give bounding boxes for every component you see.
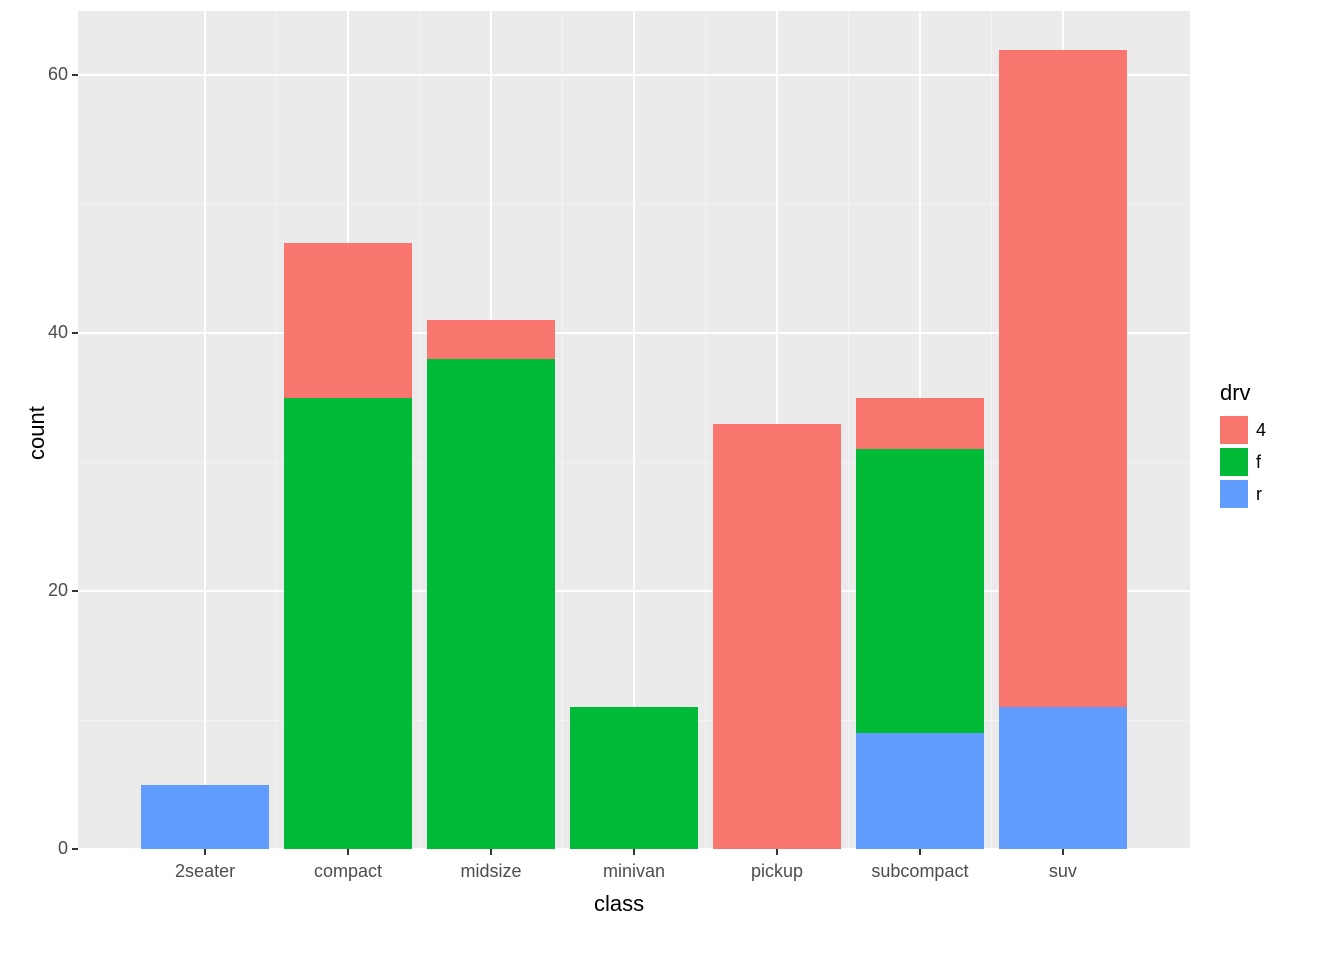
x-tick <box>204 849 206 855</box>
x-tick <box>1062 849 1064 855</box>
y-tick-label: 20 <box>48 580 68 601</box>
legend-swatch <box>1220 480 1248 508</box>
legend-label: r <box>1256 484 1262 505</box>
x-tick-label: pickup <box>707 861 847 882</box>
bar-segment <box>856 398 985 450</box>
legend-label: f <box>1256 452 1261 473</box>
bar-segment <box>427 320 556 359</box>
x-tick-label: compact <box>278 861 418 882</box>
x-axis-title: class <box>594 891 644 917</box>
x-gridline-minor <box>848 11 849 849</box>
y-tick <box>72 332 78 334</box>
y-tick-label: 0 <box>58 838 68 859</box>
bar-segment <box>427 359 556 849</box>
x-tick <box>347 849 349 855</box>
y-tick-label: 40 <box>48 322 68 343</box>
x-tick <box>633 849 635 855</box>
y-axis-title: count <box>24 406 50 460</box>
y-tick <box>72 590 78 592</box>
y-tick-label: 60 <box>48 64 68 85</box>
legend-label: 4 <box>1256 420 1266 441</box>
legend-item: 4 <box>1220 416 1266 444</box>
x-tick <box>919 849 921 855</box>
x-gridline-minor <box>562 11 563 849</box>
chart-figure: class count drv 4 fr 0 20 40 60 2seatercompac… <box>0 0 1344 960</box>
y-tick <box>72 848 78 850</box>
x-tick-label: 2seater <box>135 861 275 882</box>
bar-segment <box>999 50 1128 708</box>
bar-segment <box>999 707 1128 849</box>
bar-segment <box>141 785 270 849</box>
bar-segment <box>284 398 413 849</box>
x-tick-label: minivan <box>564 861 704 882</box>
bar-segment <box>284 243 413 398</box>
x-tick <box>776 849 778 855</box>
x-gridline-minor <box>419 11 420 849</box>
legend-swatch <box>1220 448 1248 476</box>
x-gridline-minor <box>276 11 277 849</box>
legend: drv 4 fr <box>1220 380 1266 512</box>
x-gridline-major <box>204 11 206 849</box>
legend-item: f <box>1220 448 1266 476</box>
x-tick-label: suv <box>993 861 1133 882</box>
legend-key <box>1220 416 1248 444</box>
legend-key <box>1220 448 1248 476</box>
y-tick <box>72 74 78 76</box>
x-gridline-minor <box>705 11 706 849</box>
bar-segment <box>856 733 985 849</box>
bar-segment <box>713 424 842 849</box>
legend-title: drv <box>1220 380 1266 406</box>
legend-key <box>1220 480 1248 508</box>
legend-swatch <box>1220 416 1248 444</box>
bar-segment <box>856 449 985 733</box>
x-tick-label: midsize <box>421 861 561 882</box>
x-gridline-minor <box>991 11 992 849</box>
x-tick-label: subcompact <box>850 861 990 882</box>
legend-item: r <box>1220 480 1266 508</box>
x-tick <box>490 849 492 855</box>
bar-segment <box>570 707 699 849</box>
